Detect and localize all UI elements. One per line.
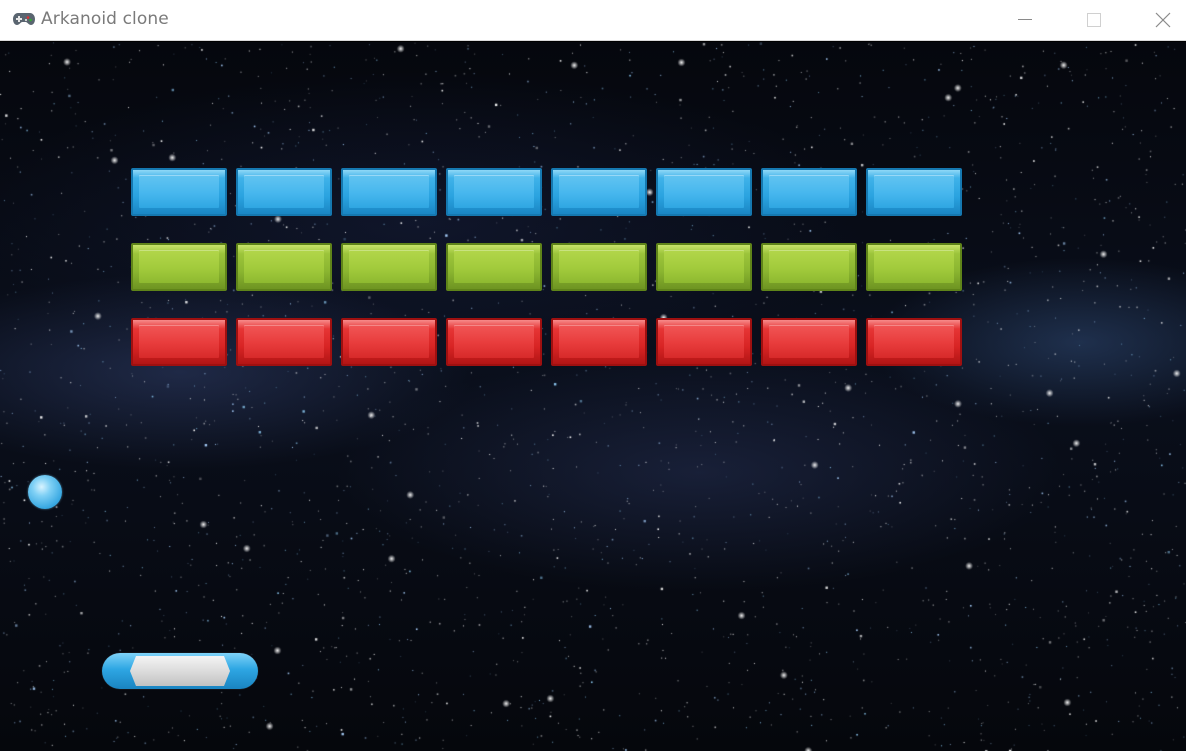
game-canvas[interactable]	[0, 42, 1186, 751]
brick-green	[236, 243, 332, 291]
starfield-background	[0, 42, 1186, 751]
brick-blue	[341, 168, 437, 216]
window-title: Arkanoid clone	[41, 9, 169, 29]
close-button[interactable]	[1140, 0, 1186, 40]
brick-green	[341, 243, 437, 291]
brick-blue	[761, 168, 857, 216]
brick-red	[131, 318, 227, 366]
brick-red	[446, 318, 542, 366]
brick-green	[131, 243, 227, 291]
brick-green	[551, 243, 647, 291]
maximize-button[interactable]	[1071, 0, 1117, 40]
title-bar[interactable]: Arkanoid clone	[0, 0, 1186, 41]
close-icon	[1155, 12, 1171, 28]
brick-green	[866, 243, 962, 291]
gamepad-icon	[12, 11, 36, 27]
paddle-core	[130, 656, 230, 686]
brick-blue	[866, 168, 962, 216]
minimize-icon	[1018, 19, 1032, 20]
brick-red	[866, 318, 962, 366]
brick-green	[656, 243, 752, 291]
brick-red	[761, 318, 857, 366]
maximize-icon	[1087, 13, 1101, 27]
brick-blue	[656, 168, 752, 216]
brick-green	[761, 243, 857, 291]
minimize-button[interactable]	[1002, 0, 1048, 40]
brick-blue	[446, 168, 542, 216]
brick-red	[551, 318, 647, 366]
brick-red	[236, 318, 332, 366]
brick-red	[656, 318, 752, 366]
paddle[interactable]	[102, 653, 258, 689]
brick-red	[341, 318, 437, 366]
brick-blue	[236, 168, 332, 216]
brick-blue	[131, 168, 227, 216]
brick-green	[446, 243, 542, 291]
brick-blue	[551, 168, 647, 216]
ball	[28, 475, 62, 509]
game-window: Arkanoid clone	[0, 0, 1186, 751]
